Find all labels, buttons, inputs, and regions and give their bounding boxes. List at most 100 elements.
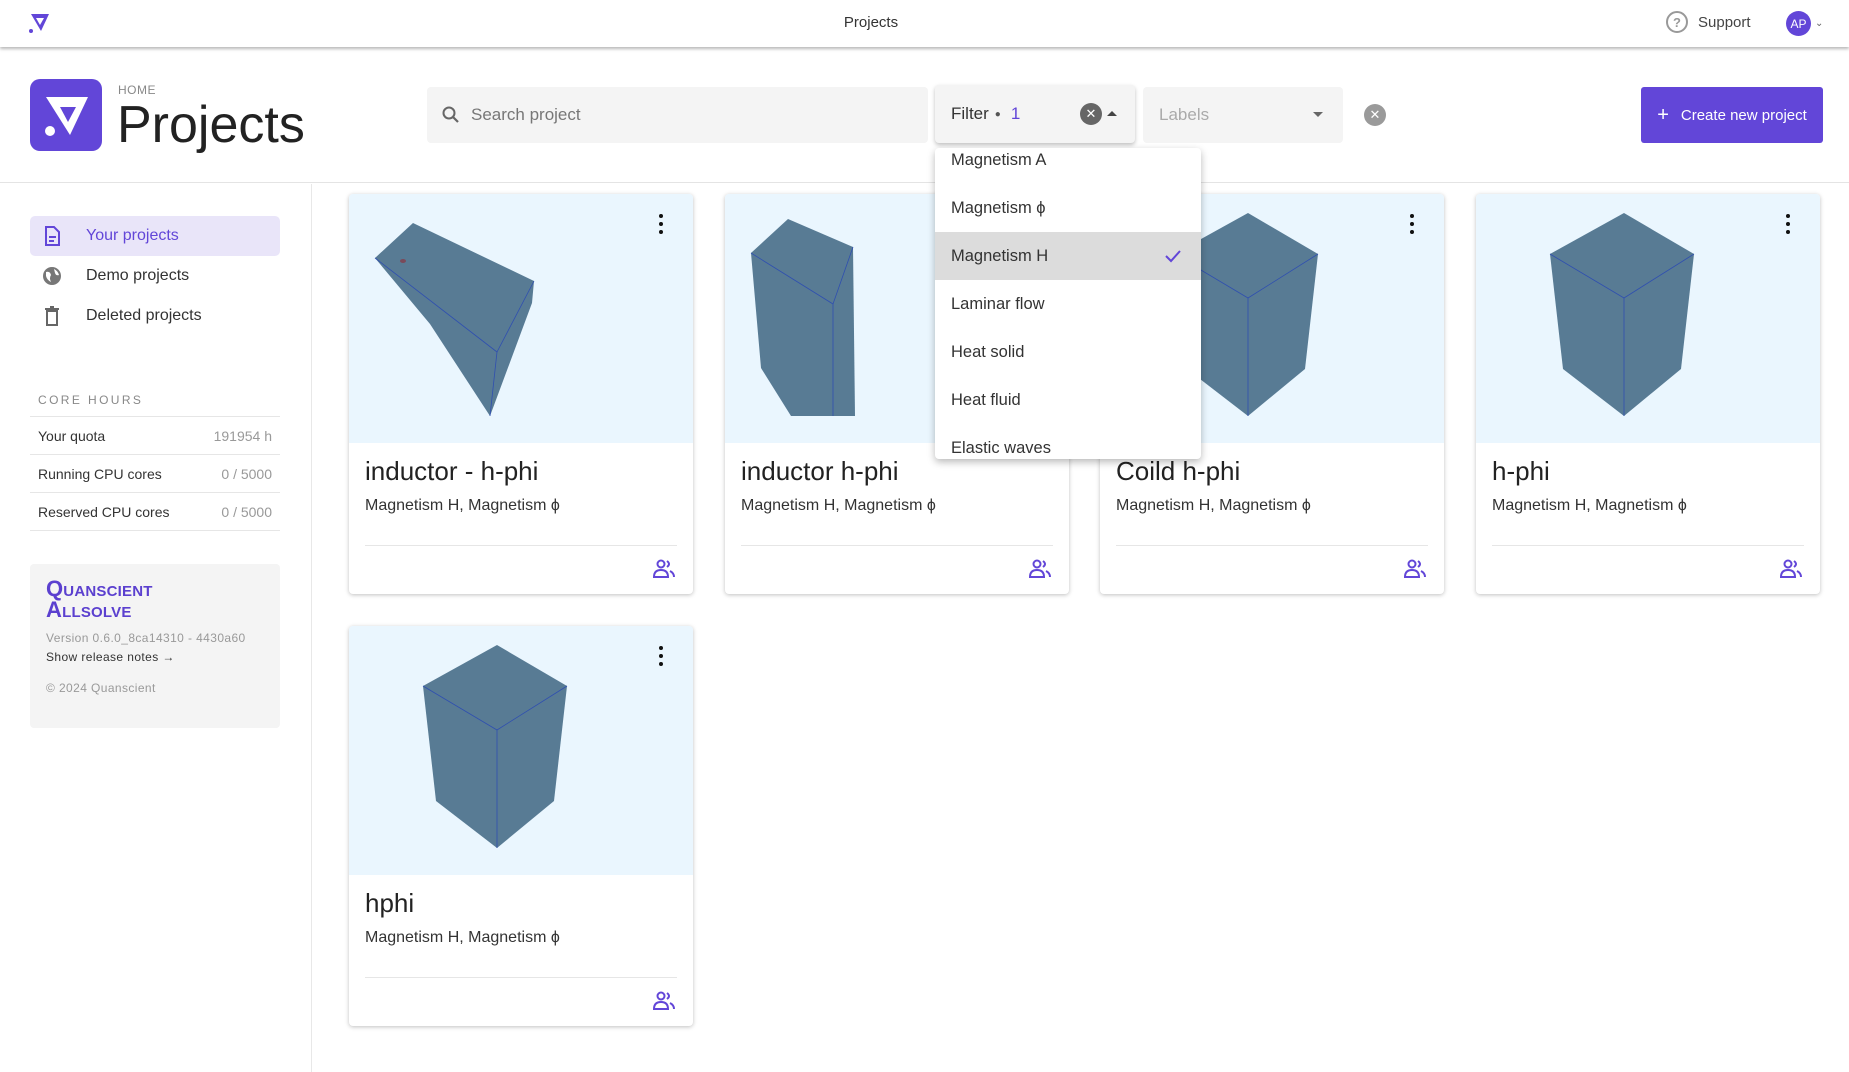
- filter-count: 1: [1010, 104, 1021, 123]
- create-project-label: Create new project: [1680, 106, 1807, 124]
- model-shape: [1550, 213, 1694, 416]
- shared-users-icon[interactable]: [653, 559, 675, 579]
- core-hours-row: Reserved CPU cores 0 / 5000: [30, 492, 280, 530]
- more-options-icon[interactable]: [1408, 214, 1416, 234]
- filter-option[interactable]: Laminar flow: [935, 280, 1201, 328]
- page-header: HOME Projects Filter ● 1 ✕ Labels ✕ + Cr…: [0, 47, 1849, 183]
- project-card[interactable]: hphi Magnetism H, Magnetism ϕ: [349, 626, 693, 1026]
- filter-option-label: Magnetism H: [951, 246, 1049, 265]
- copyright-text: © 2024 Quanscient: [46, 681, 156, 695]
- model-preview: [422, 645, 568, 848]
- project-name: h-phi: [1492, 456, 1550, 486]
- user-menu[interactable]: AP ⌄: [1786, 11, 1823, 36]
- filter-dropdown-menu: Magnetism A Magnetism ϕ Magnetism H Lami…: [935, 148, 1201, 459]
- filter-option[interactable]: Magnetism ϕ: [935, 184, 1201, 232]
- top-bar-title: Projects: [843, 14, 899, 31]
- project-thumbnail: [1476, 194, 1820, 443]
- search-field[interactable]: [427, 87, 928, 143]
- chevron-down-icon: ⌄: [1815, 18, 1824, 29]
- model-preview: [374, 223, 535, 417]
- core-hours-title: CORE HOURS: [38, 393, 144, 407]
- shared-users-icon[interactable]: [1780, 559, 1802, 579]
- core-hours-label: Your quota: [38, 427, 106, 444]
- more-options-icon[interactable]: [1784, 214, 1792, 234]
- document-icon: [42, 226, 62, 246]
- filter-select[interactable]: Filter ● 1 ✕: [935, 85, 1135, 143]
- sidebar-item-deleted-projects[interactable]: Deleted projects: [30, 296, 280, 336]
- project-thumbnail: [349, 626, 693, 875]
- sidebar-item-demo-projects[interactable]: Demo projects: [30, 256, 280, 296]
- core-hours-label: Running CPU cores: [38, 465, 162, 482]
- search-icon: [442, 106, 459, 123]
- project-tags: Magnetism H, Magnetism ϕ: [1116, 497, 1311, 514]
- model-shape: [423, 645, 567, 848]
- top-bar: Projects ? Support AP ⌄: [0, 0, 1849, 47]
- filter-option[interactable]: Magnetism A: [935, 148, 1201, 184]
- sidebar-item-label: Demo projects: [86, 267, 190, 284]
- brand-name-line1: Quanscient: [46, 576, 153, 601]
- core-hours-row: Your quota 191954 h: [30, 416, 280, 454]
- plus-icon: +: [1657, 103, 1669, 126]
- brand-box: Quanscient Allsolve Version 0.6.0_8ca143…: [30, 564, 280, 728]
- caret-down-icon: [1313, 112, 1323, 117]
- release-notes-link[interactable]: Show release notes →: [46, 650, 264, 664]
- card-divider: [365, 977, 677, 978]
- help-icon: ?: [1666, 11, 1688, 33]
- filter-option[interactable]: Magnetism H: [935, 232, 1201, 280]
- project-card[interactable]: h-phi Magnetism H, Magnetism ϕ: [1476, 194, 1820, 594]
- avatar: AP: [1786, 11, 1811, 36]
- clear-labels-icon[interactable]: ✕: [1364, 104, 1386, 126]
- clear-filter-icon[interactable]: ✕: [1080, 103, 1102, 125]
- more-options-icon[interactable]: [657, 646, 665, 666]
- checkmark-icon: [1165, 250, 1181, 263]
- caret-up-icon[interactable]: [1107, 111, 1117, 116]
- filter-label: Filter: [951, 104, 989, 123]
- project-tags: Magnetism H, Magnetism ϕ: [741, 497, 936, 514]
- filter-option-label: Heat fluid: [951, 390, 1021, 409]
- card-divider: [741, 545, 1053, 546]
- model-preview: [1549, 213, 1695, 416]
- project-name: Coild h-phi: [1116, 456, 1241, 486]
- version-text: Version 0.6.0_8ca14310 - 4430a60: [46, 631, 246, 645]
- core-hours-value: 0 / 5000: [221, 465, 272, 482]
- sidebar-item-your-projects[interactable]: Your projects: [30, 216, 280, 256]
- project-tags: Magnetism H, Magnetism ϕ: [365, 497, 560, 514]
- support-link[interactable]: ? Support: [1666, 11, 1751, 33]
- core-hours-value: 0 / 5000: [221, 503, 272, 520]
- core-hours-row: Running CPU cores 0 / 5000: [30, 454, 280, 492]
- project-tags: Magnetism H, Magnetism ϕ: [365, 929, 560, 946]
- project-name: inductor - h-phi: [365, 456, 539, 486]
- card-divider: [1116, 545, 1428, 546]
- filter-option-label: Magnetism A: [951, 150, 1047, 169]
- globe-icon: [42, 266, 62, 286]
- card-divider: [365, 545, 677, 546]
- shared-users-icon[interactable]: [1029, 559, 1051, 579]
- sidebar: Your projects Demo projects Deleted proj…: [0, 184, 312, 1072]
- core-hours-divider: [30, 530, 280, 531]
- core-hours-value: 191954 h: [213, 427, 272, 444]
- app-logo-icon: [30, 79, 102, 151]
- search-input[interactable]: [471, 105, 911, 125]
- model-shape: [751, 219, 855, 416]
- project-thumbnail: [349, 194, 693, 443]
- labels-select[interactable]: Labels: [1143, 87, 1343, 143]
- brand-name-line2: Allsolve: [46, 597, 132, 622]
- filter-option[interactable]: Heat fluid: [935, 376, 1201, 424]
- filter-option-label: Laminar flow: [951, 294, 1045, 313]
- shared-users-icon[interactable]: [653, 991, 675, 1011]
- model-marker: [400, 259, 406, 263]
- project-card[interactable]: inductor - h-phi Magnetism H, Magnetism …: [349, 194, 693, 594]
- filter-option-label: Heat solid: [951, 342, 1025, 361]
- card-divider: [1492, 545, 1804, 546]
- filter-option-label: Elastic waves: [951, 438, 1051, 457]
- filter-option[interactable]: Elastic waves: [935, 424, 1201, 459]
- project-name: inductor h-phi: [741, 456, 899, 486]
- more-options-icon[interactable]: [657, 214, 665, 234]
- shared-users-icon[interactable]: [1404, 559, 1426, 579]
- filter-option[interactable]: Heat solid: [935, 328, 1201, 376]
- filter-separator-dot: ●: [994, 108, 1001, 120]
- create-project-button[interactable]: + Create new project: [1641, 87, 1823, 143]
- filter-option-label: Magnetism ϕ: [951, 198, 1046, 217]
- trash-icon: [42, 306, 62, 326]
- project-tags: Magnetism H, Magnetism ϕ: [1492, 497, 1687, 514]
